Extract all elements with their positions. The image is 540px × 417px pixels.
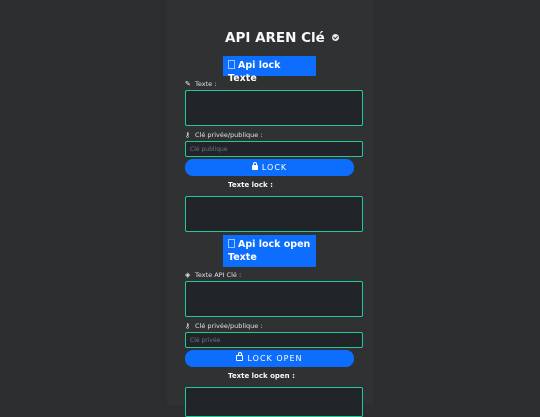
api-lock-open-label-2: Texte <box>228 252 257 263</box>
form-column: API AREN Clé Api lock Texte ✎ Texte : ⚷ Cl… <box>185 0 363 417</box>
api-lock-text-button[interactable]: Api lock Texte <box>223 56 316 84</box>
lock-button[interactable]: LOCK <box>185 159 354 176</box>
api-lock-open-button[interactable]: Api lock open Texte <box>223 235 316 267</box>
text-label: ✎ Texte : <box>185 80 216 88</box>
api-lock-open-label-1: Api lock open <box>238 239 311 250</box>
page-title-text: API AREN Clé <box>225 30 325 46</box>
check-circle-icon <box>331 33 339 41</box>
text-label-text: Texte : <box>195 80 217 88</box>
lock-open-button[interactable]: LOCK OPEN <box>185 350 354 367</box>
text-lock-open-output[interactable] <box>185 387 363 417</box>
key-icon: ⚷ <box>185 131 191 139</box>
private-key-input[interactable]: Clé privée <box>185 332 363 348</box>
lock-open-button-label: LOCK OPEN <box>247 354 303 363</box>
pencil-icon: ✎ <box>185 80 191 88</box>
shield-icon: ◈ <box>185 271 191 279</box>
api-text-label-text: Texte API Clé : <box>195 271 242 279</box>
text-lock-open-label: Texte lock open : <box>228 372 295 380</box>
page-title: API AREN Clé <box>225 30 345 46</box>
document-icon <box>228 60 235 69</box>
public-key-placeholder: Clé publique <box>190 146 228 153</box>
private-key-label: ⚷ Clé privée/publique : <box>185 322 263 330</box>
private-key-placeholder: Clé privée <box>190 337 221 344</box>
text-lock-output[interactable] <box>185 196 363 232</box>
key-label-text: Clé privée/publique : <box>195 131 263 139</box>
lock-button-label: LOCK <box>261 163 288 172</box>
key-icon: ⚷ <box>185 322 191 330</box>
api-lock-text-label: Api lock Texte <box>228 60 281 84</box>
private-key-label-text: Clé privée/publique : <box>195 322 263 330</box>
public-key-input[interactable]: Clé publique <box>185 141 363 157</box>
text-lock-label: Texte lock : <box>228 181 273 189</box>
key-label: ⚷ Clé privée/publique : <box>185 131 263 139</box>
api-text-input-area[interactable] <box>185 281 363 317</box>
unlock-icon <box>236 352 244 361</box>
lock-icon <box>251 162 258 170</box>
text-input-area[interactable] <box>185 90 363 126</box>
document-icon <box>228 239 235 248</box>
api-text-label: ◈ Texte API Clé : <box>185 271 241 279</box>
